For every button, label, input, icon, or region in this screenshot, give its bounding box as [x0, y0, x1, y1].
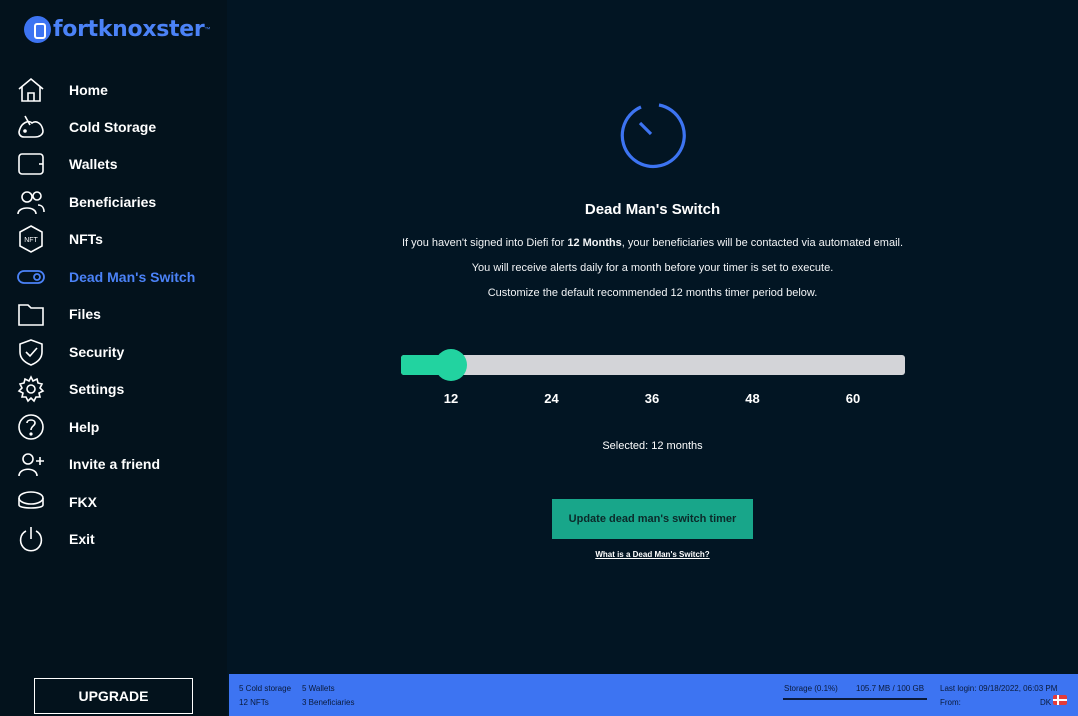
storage-bar — [783, 698, 927, 700]
selected-period: Selected: 12 months — [602, 440, 703, 452]
cold-storage-count: 5 Cold storage — [239, 684, 292, 693]
sidebar-item-label: Settings — [69, 381, 125, 397]
nfts-count: 12 NFTs — [239, 698, 269, 707]
toggle-icon — [16, 262, 46, 292]
add-user-icon — [16, 449, 46, 479]
storage-label: Storage (0.1%) — [784, 684, 838, 693]
slider-thumb[interactable] — [435, 349, 467, 381]
sidebar-item-label: Wallets — [69, 156, 118, 172]
from-label: From: — [940, 698, 961, 707]
sidebar-item-fkx[interactable]: FKX — [16, 486, 97, 518]
last-login: Last login: 09/18/2022, 06:03 PM — [940, 684, 1058, 693]
timer-icon — [620, 103, 686, 169]
sidebar-item-wallets[interactable]: Wallets — [16, 148, 118, 180]
home-icon — [16, 75, 46, 105]
sidebar-item-label: Dead Man's Switch — [69, 269, 196, 285]
beneficiaries-count: 3 Beneficiaries — [302, 698, 355, 707]
sidebar-item-label: Cold Storage — [69, 119, 157, 135]
sidebar-item-label: Files — [69, 306, 101, 322]
description-line-1: If you haven't signed into Diefi for 12 … — [401, 237, 904, 249]
sidebar-item-label: Exit — [69, 531, 95, 547]
sidebar-item-dead-mans-switch[interactable]: Dead Man's Switch — [16, 261, 195, 293]
sidebar-item-help[interactable]: Help — [16, 411, 99, 443]
storage-value: 105.7 MB / 100 GB — [856, 684, 925, 693]
sidebar-item-security[interactable]: Security — [16, 336, 124, 368]
sidebar-item-invite-a-friend[interactable]: Invite a friend — [16, 448, 160, 480]
description-line-3: Customize the default recommended 12 mon… — [487, 287, 818, 299]
slider-tick-label: 24 — [544, 391, 559, 406]
page-title: Dead Man's Switch — [584, 201, 721, 218]
logo-trademark: ™ — [204, 26, 211, 33]
wallets-count: 5 Wallets — [302, 684, 335, 693]
logo-icon — [24, 16, 51, 43]
slider-tick-label: 60 — [845, 391, 861, 406]
sidebar-item-label: Security — [69, 344, 125, 360]
slider-tick-label: 48 — [745, 391, 760, 406]
slider-tick-label: 12 — [443, 391, 459, 406]
help-icon — [16, 412, 46, 442]
svg-text:NFT: NFT — [24, 237, 38, 244]
sidebar-item-label: NFTs — [69, 231, 103, 247]
timer-slider[interactable] — [401, 349, 905, 381]
cold-storage-icon — [16, 112, 46, 142]
description-line-2: You will receive alerts daily for a mont… — [471, 262, 834, 274]
power-icon — [16, 524, 46, 554]
sidebar-item-settings[interactable]: Settings — [16, 373, 124, 405]
sidebar-item-exit[interactable]: Exit — [16, 523, 95, 555]
sidebar-item-label: Home — [69, 82, 108, 98]
shield-icon — [16, 337, 46, 367]
coin-icon — [16, 487, 46, 517]
main-content: Dead Man's Switch If you haven't signed … — [227, 0, 1078, 674]
update-timer-button[interactable]: Update dead man's switch timer — [552, 499, 753, 539]
slider-tick-label: 36 — [644, 391, 660, 406]
sidebar-item-nfts[interactable]: NFT NFTs — [16, 223, 103, 255]
sidebar-item-label: Help — [69, 419, 100, 435]
from-country: DK — [1040, 698, 1052, 707]
wallet-icon — [16, 149, 46, 179]
sidebar-item-home[interactable]: Home — [16, 74, 108, 106]
sidebar-item-beneficiaries[interactable]: Beneficiaries — [16, 186, 156, 218]
users-icon — [16, 187, 46, 217]
denmark-flag-icon — [1053, 695, 1067, 705]
sidebar: fortknoxster ™ Home Cold Storage Wallets — [0, 0, 227, 716]
fortknoxster-logo[interactable]: fortknoxster ™ — [24, 16, 210, 43]
sidebar-item-label: FKX — [69, 494, 97, 510]
sidebar-item-files[interactable]: Files — [16, 298, 101, 330]
upgrade-button[interactable]: UPGRADE — [34, 678, 193, 714]
what-is-dead-mans-switch-link[interactable]: What is a Dead Man's Switch? — [227, 550, 1078, 559]
folder-icon — [16, 299, 46, 329]
sidebar-item-label: Beneficiaries — [69, 194, 157, 210]
gear-icon — [16, 374, 46, 404]
status-footer: 5 Cold storage 5 Wallets 12 NFTs 3 Benef… — [229, 674, 1078, 716]
nft-icon: NFT — [16, 224, 46, 254]
sidebar-item-cold-storage[interactable]: Cold Storage — [16, 111, 156, 143]
sidebar-item-label: Invite a friend — [69, 456, 161, 472]
logo-text: fortknoxster — [53, 17, 205, 42]
